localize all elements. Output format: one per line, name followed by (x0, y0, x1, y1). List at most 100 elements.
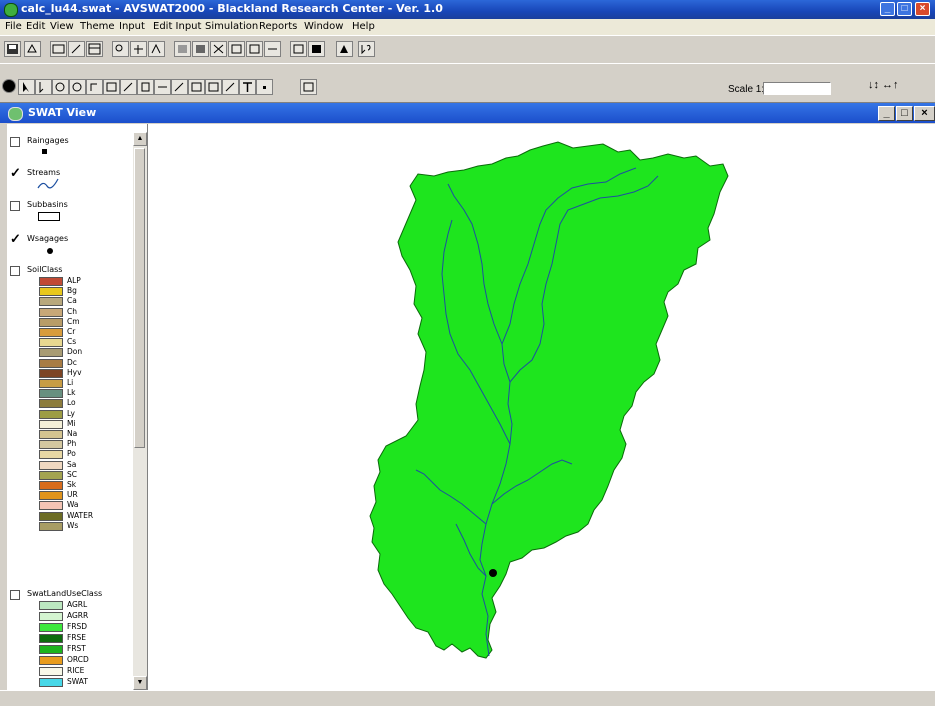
scroll-up-icon[interactable]: ▲ (133, 132, 147, 146)
scroll-down-icon[interactable]: ▼ (133, 676, 147, 690)
layer-name-subbasins[interactable]: Subbasins (27, 200, 68, 209)
label-tool[interactable] (154, 79, 171, 95)
toc-scrollbar[interactable]: ▲ ▼ (133, 132, 147, 690)
landuse-class-label: FRSD (67, 622, 88, 631)
view-maximize-button[interactable]: □ (896, 106, 913, 121)
select-features-button[interactable] (290, 41, 307, 57)
theme-properties-button[interactable] (50, 41, 67, 57)
menu-theme[interactable]: Theme (80, 21, 115, 32)
landuse-class-label: RICE (67, 666, 85, 675)
app-minimize-button[interactable]: _ (880, 2, 895, 16)
soil-swatch (39, 419, 63, 429)
soil-swatch (39, 430, 63, 439)
soil-class-label: Na (67, 429, 78, 438)
watershed-map[interactable] (148, 124, 935, 690)
app-maximize-button[interactable]: □ (897, 2, 912, 16)
clear-selection-button[interactable] (308, 41, 325, 57)
menu-window[interactable]: Window (304, 21, 343, 32)
layer-checkbox-landuse[interactable] (10, 590, 20, 600)
soil-swatch (39, 307, 63, 317)
query-button[interactable] (148, 41, 165, 57)
raingage-symbol-icon (42, 149, 47, 154)
draw-tool[interactable] (171, 79, 188, 95)
layer-checkbox-subbasins[interactable] (10, 201, 20, 211)
view-minimize-button[interactable]: _ (878, 106, 895, 121)
menu-file[interactable]: File (5, 21, 22, 32)
edit-legend-button[interactable] (68, 41, 85, 57)
area-of-interest-tool[interactable] (137, 79, 154, 95)
layer-checkbox-soilclass[interactable] (10, 266, 20, 276)
zoom-full-button[interactable] (174, 41, 191, 57)
zoom-in-button[interactable] (228, 41, 245, 57)
soil-swatch (39, 460, 63, 470)
layer-name-landuse[interactable]: SwatLandUseClass (27, 589, 102, 598)
scroll-thumb[interactable] (134, 148, 145, 448)
zoom-previous-button[interactable] (264, 41, 281, 57)
stream-symbol-icon (37, 178, 59, 189)
watershed-polygon[interactable] (369, 141, 729, 659)
view-close-button[interactable]: × (914, 106, 935, 121)
layer-checkbox-wsagages[interactable]: ✓ (10, 232, 21, 245)
polygon-tool[interactable] (188, 79, 205, 95)
soil-class-label: Lk (67, 388, 76, 398)
vertex-edit-tool[interactable] (35, 79, 52, 95)
menu-input[interactable]: Input (119, 21, 145, 32)
map-canvas[interactable] (148, 124, 935, 690)
gage-point[interactable] (489, 569, 497, 577)
soil-class-label: Cm (67, 316, 80, 326)
layer-name-wsagages[interactable]: Wsagages (27, 234, 68, 243)
soil-class-label: Ws (67, 520, 79, 530)
menu-help[interactable]: Help (352, 21, 375, 32)
soil-class-label: Sk (67, 480, 77, 489)
soil-class-label: Ch (67, 306, 77, 316)
layer-name-streams[interactable]: Streams (27, 168, 60, 177)
app-close-button[interactable]: × (915, 2, 930, 16)
menu-simulation[interactable]: Simulation (205, 21, 258, 32)
layer-name-raingages[interactable]: Raingages (27, 136, 69, 145)
scale-input[interactable] (763, 82, 831, 95)
find-button[interactable] (112, 41, 129, 57)
app-title-bar: calc_lu44.swat - AVSWAT2000 - Blackland … (0, 0, 935, 19)
layer-checkbox-raingages[interactable] (10, 137, 20, 147)
status-bar (0, 690, 935, 706)
zoom-in-tool[interactable] (52, 79, 69, 95)
soil-class-label: SC (67, 469, 77, 479)
soil-class-label: Li (67, 378, 74, 387)
layer-checkbox-streams[interactable]: ✓ (10, 166, 21, 179)
soil-swatch (39, 409, 63, 419)
line-tool[interactable] (222, 79, 239, 95)
zoom-selected-button[interactable] (210, 41, 227, 57)
zoom-out-button[interactable] (246, 41, 263, 57)
landuse-swatch (39, 667, 63, 676)
menu-edit-input[interactable]: Edit Input (153, 21, 201, 32)
split-tool[interactable] (205, 79, 222, 95)
zoom-active-button[interactable] (192, 41, 209, 57)
graph-tool[interactable] (300, 79, 317, 95)
add-theme-button[interactable] (24, 41, 41, 57)
point-tool[interactable] (256, 79, 273, 95)
text-tool[interactable] (239, 79, 256, 95)
tool-bar: Scale 1: ↓↕ ↔↑ (0, 63, 935, 103)
soil-swatch (39, 450, 63, 460)
locate-button[interactable] (130, 41, 147, 57)
menu-reports[interactable]: Reports (259, 21, 297, 32)
help-button[interactable] (358, 41, 375, 57)
landuse-swatch (39, 656, 63, 665)
save-button[interactable] (4, 41, 21, 57)
app-title: calc_lu44.swat - AVSWAT2000 - Blackland … (21, 2, 443, 15)
identify-tool[interactable] (2, 79, 16, 93)
layout-button[interactable] (336, 41, 353, 57)
landuse-swatch (39, 612, 63, 621)
measure-tool[interactable] (103, 79, 120, 95)
pointer-tool[interactable] (18, 79, 35, 95)
zoom-out-tool[interactable] (69, 79, 86, 95)
open-table-button[interactable] (86, 41, 103, 57)
landuse-class-label: FRST (67, 644, 86, 653)
pan-tool[interactable] (86, 79, 103, 95)
soil-class-label: Hyv (67, 367, 82, 377)
layer-name-soilclass[interactable]: SoilClass (27, 265, 62, 274)
soil-class-label: Po (67, 449, 76, 459)
menu-edit[interactable]: Edit (26, 21, 45, 32)
hotlink-tool[interactable] (120, 79, 137, 95)
menu-view[interactable]: View (50, 21, 74, 32)
